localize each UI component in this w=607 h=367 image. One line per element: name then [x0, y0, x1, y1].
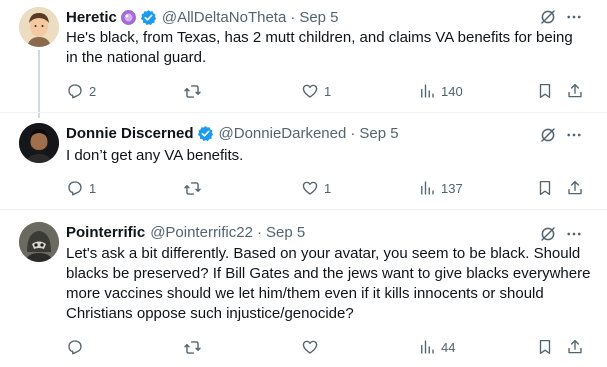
reply-button[interactable]: 2: [66, 81, 96, 101]
user-handle[interactable]: @DonnieDarkened: [219, 125, 347, 142]
reply-icon: [68, 181, 82, 196]
views-button[interactable]: 137: [418, 178, 463, 198]
like-button[interactable]: 1: [301, 81, 331, 101]
bookmark-icon: [539, 180, 551, 196]
like-icon: [302, 181, 318, 195]
verified-badge-icon: [140, 9, 157, 26]
user-handle[interactable]: @Pointerrific22: [150, 224, 253, 241]
more-icon[interactable]: [564, 224, 584, 244]
retweet-button[interactable]: [183, 81, 207, 101]
bookmark-button[interactable]: [536, 81, 554, 101]
avatar-pointerrific[interactable]: [19, 222, 59, 262]
verified-badge-icon: [197, 125, 214, 142]
view-count: 140: [441, 83, 463, 99]
purple-affiliate-badge-icon: [120, 9, 137, 26]
reply-count: 2: [89, 83, 97, 99]
reply-icon: [68, 340, 82, 355]
avatar-heretic[interactable]: [19, 7, 59, 47]
reply-icon: [68, 84, 82, 99]
retweet-button[interactable]: [183, 178, 207, 198]
tweet-date[interactable]: Sep 5: [266, 224, 305, 241]
tweet-actions: 44: [66, 337, 596, 357]
like-button[interactable]: 1: [301, 178, 331, 198]
reply-button[interactable]: [66, 337, 89, 357]
tweet-actions: 2 1 140: [66, 81, 596, 101]
share-button[interactable]: [566, 81, 584, 101]
tweet-actions: 1 1 137: [66, 178, 596, 198]
tweet-header: Donnie Discerned @DonnieDarkened · Sep 5: [66, 123, 399, 143]
tweet-text: He's black, from Texas, has 2 mutt child…: [66, 29, 573, 66]
grok-icon[interactable]: [538, 7, 558, 27]
grok-icon[interactable]: [538, 224, 558, 244]
bookmark-icon: [539, 339, 551, 355]
views-icon: [421, 340, 434, 354]
separator-dot: ·: [290, 8, 296, 26]
more-icon[interactable]: [564, 7, 584, 27]
like-count: 1: [324, 83, 332, 99]
retweet-icon: [184, 181, 201, 195]
thread-connector-line: [38, 50, 40, 118]
reply-button[interactable]: 1: [66, 178, 96, 198]
separator-dot: ·: [256, 223, 262, 241]
tweet-text: I don’t get any VA benefits.: [66, 147, 244, 164]
retweet-icon: [184, 340, 201, 354]
bookmark-button[interactable]: [536, 178, 554, 198]
share-icon: [568, 339, 582, 354]
avatar-donnie[interactable]: [19, 123, 59, 163]
views-button[interactable]: 44: [418, 337, 455, 357]
retweet-button[interactable]: [183, 337, 207, 357]
reply-count: 1: [89, 180, 97, 196]
share-button[interactable]: [566, 178, 584, 198]
tweet-pointerrific[interactable]: Pointerrific @Pointerrific22 · Sep 5 Let…: [0, 210, 607, 367]
like-icon: [302, 84, 318, 98]
more-icon[interactable]: [564, 125, 584, 145]
tweet-date[interactable]: Sep 5: [299, 9, 338, 26]
tweet-text: Let's ask a bit differently. Based on yo…: [66, 245, 591, 322]
share-icon: [568, 180, 582, 195]
display-name[interactable]: Donnie Discerned: [66, 125, 194, 142]
user-handle[interactable]: @AllDeltaNoTheta: [162, 9, 286, 26]
view-count: 44: [441, 339, 456, 355]
grok-icon[interactable]: [538, 125, 558, 145]
bookmark-icon: [539, 83, 551, 99]
tweet-heretic[interactable]: Heretic @AllDeltaNoTheta · Sep 5 He's bl…: [0, 0, 607, 118]
tweet-date[interactable]: Sep 5: [359, 125, 398, 142]
display-name[interactable]: Pointerrific: [66, 224, 145, 241]
retweet-icon: [184, 84, 201, 98]
share-button[interactable]: [566, 337, 584, 357]
display-name[interactable]: Heretic: [66, 9, 117, 26]
tweet-donnie[interactable]: Donnie Discerned @DonnieDarkened · Sep 5…: [0, 113, 607, 209]
tweet-header: Pointerrific @Pointerrific22 · Sep 5: [66, 222, 305, 242]
views-button[interactable]: 140: [418, 81, 463, 101]
tweet-header: Heretic @AllDeltaNoTheta · Sep 5: [66, 7, 339, 27]
views-icon: [421, 84, 434, 98]
like-icon: [302, 340, 318, 354]
share-icon: [568, 83, 582, 98]
bookmark-button[interactable]: [536, 337, 554, 357]
like-count: 1: [324, 180, 332, 196]
views-icon: [421, 181, 434, 195]
separator-dot: ·: [350, 124, 356, 142]
view-count: 137: [441, 180, 463, 196]
like-button[interactable]: [301, 337, 324, 357]
